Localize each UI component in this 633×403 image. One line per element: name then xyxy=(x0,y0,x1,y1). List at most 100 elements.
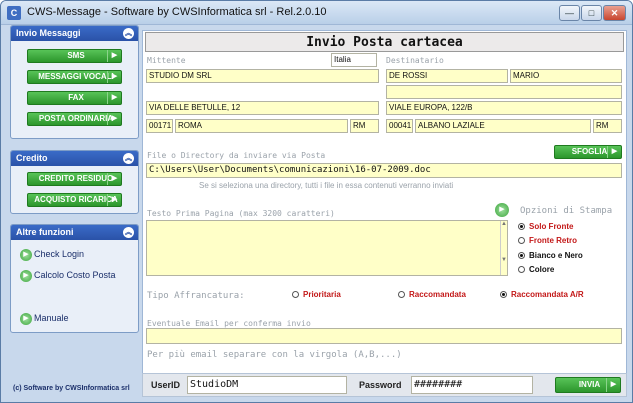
raccomandata-ar-label: Raccomandata A/R xyxy=(511,290,584,299)
file-label: File o Directory da inviare via Posta xyxy=(147,151,326,160)
calcolo-costo-posta-label: Calcolo Costo Posta xyxy=(34,270,116,280)
destinatario-cap-field[interactable]: 00041 xyxy=(386,119,413,133)
raccomandata-radio[interactable]: Raccomandata xyxy=(398,289,466,300)
credito-title: Credito xyxy=(16,153,48,163)
mittente-address-field[interactable]: VIA DELLE BETULLE, 12 xyxy=(146,101,379,115)
destinatario-surname-field[interactable]: DE ROSSI xyxy=(386,69,508,83)
arrow-icon: ▶ xyxy=(607,146,621,158)
textarea-scrollbar[interactable]: ▲ ▼ xyxy=(500,221,507,275)
invia-label: INVIA xyxy=(578,380,601,389)
close-button[interactable]: ✕ xyxy=(603,5,626,21)
arrow-icon: ▶ xyxy=(107,92,121,104)
email-note: Per più email separare con la virgola (A… xyxy=(147,350,402,360)
raccomandata-ar-radio[interactable]: Raccomandata A/R xyxy=(500,289,584,300)
calcolo-costo-posta-link[interactable]: ▶ Calcolo Costo Posta xyxy=(20,268,116,282)
opzioni-toggle-icon[interactable]: ▶ xyxy=(495,203,509,217)
solo-fronte-label: Solo Fronte xyxy=(529,222,574,231)
arrow-icon: ▶ xyxy=(107,113,121,125)
minimize-button[interactable]: — xyxy=(559,5,580,21)
file-path-field[interactable]: C:\Users\User\Documents\comunicazioni\16… xyxy=(146,163,622,178)
fronte-retro-label: Fronte Retro xyxy=(529,236,577,245)
prioritaria-radio[interactable]: Prioritaria xyxy=(292,289,341,300)
colore-label: Colore xyxy=(529,265,555,274)
messaggi-vocali-label: MESSAGGI VOCALI xyxy=(38,72,114,81)
fax-button-label: FAX xyxy=(68,93,84,102)
colore-radio[interactable]: Colore xyxy=(518,264,554,275)
collapse-chevron-icon[interactable]: ︽ xyxy=(123,227,134,238)
userid-label: UserID xyxy=(151,380,181,390)
window-title: CWS-Message - Software by CWSInformatica… xyxy=(27,6,327,18)
altre-funzioni-panel: Altre funzioni ︽ ▶ Check Login ▶ Calcolo Co… xyxy=(10,224,139,333)
userid-field[interactable]: StudioDM xyxy=(187,376,347,394)
fax-button[interactable]: FAX ▶ xyxy=(27,91,122,105)
collapse-chevron-icon[interactable]: ︽ xyxy=(123,153,134,164)
credito-residuo-label: CREDITO RESIDUO xyxy=(38,174,114,183)
radio-dot xyxy=(398,291,405,298)
destinatario-prov-field[interactable]: RM xyxy=(593,119,622,133)
check-login-link[interactable]: ▶ Check Login xyxy=(20,247,84,261)
credito-residuo-button[interactable]: CREDITO RESIDUO ▶ xyxy=(27,172,122,186)
radio-dot xyxy=(292,291,299,298)
check-login-label: Check Login xyxy=(34,249,85,259)
password-field[interactable]: ######## xyxy=(411,376,533,394)
altre-funzioni-title: Altre funzioni xyxy=(16,227,74,237)
arrow-circle-icon: ▶ xyxy=(20,312,32,325)
arrow-circle-icon: ▶ xyxy=(20,248,32,261)
arrow-icon: ▶ xyxy=(107,50,121,62)
mittente-label: Mittente xyxy=(147,56,186,65)
bianco-nero-label: Bianco e Nero xyxy=(529,251,583,260)
posta-ordinaria-button[interactable]: POSTA ORDINARIA ▶ xyxy=(27,112,122,126)
testo-label: Testo Prima Pagina (max 3200 caratteri) xyxy=(147,209,335,218)
raccomandata-label: Raccomandata xyxy=(409,290,466,299)
main-form: Invio Posta cartacea Mittente Italia Des… xyxy=(142,30,627,395)
credito-header[interactable]: Credito ︽ xyxy=(11,151,138,166)
arrow-icon: ▶ xyxy=(107,173,121,185)
altre-funzioni-header[interactable]: Altre funzioni ︽ xyxy=(11,225,138,240)
manuale-link[interactable]: ▶ Manuale xyxy=(20,311,69,325)
sms-button[interactable]: SMS ▶ xyxy=(27,49,122,63)
credits-text: (c) Software by CWSInformatica srl xyxy=(13,385,130,392)
radio-dot xyxy=(518,223,525,230)
arrow-icon: ▶ xyxy=(606,378,620,392)
acquisto-ricarica-button[interactable]: ACQUISTO RICARICA ▶ xyxy=(27,193,122,207)
email-label: Eventuale Email per conferma invio xyxy=(147,319,311,328)
invio-messaggi-header[interactable]: Invio Messaggi ︽ xyxy=(11,26,138,41)
bianco-nero-radio[interactable]: Bianco e Nero xyxy=(518,250,583,261)
app-icon: C xyxy=(7,6,21,20)
collapse-chevron-icon[interactable]: ︽ xyxy=(123,28,134,39)
login-bar: UserID StudioDM Password ######## INVIA ▶ xyxy=(142,373,627,397)
password-label: Password xyxy=(359,380,402,390)
prioritaria-label: Prioritaria xyxy=(303,290,341,299)
mittente-prov-field[interactable]: RM xyxy=(350,119,379,133)
opzioni-label: Opzioni di Stampa xyxy=(520,206,613,216)
credito-panel: Credito ︽ CREDITO RESIDUO ▶ ACQUISTO RICAR… xyxy=(10,150,139,214)
destinatario-name-field[interactable]: MARIO xyxy=(510,69,622,83)
mittente-name-field[interactable]: STUDIO DM SRL xyxy=(146,69,379,83)
invia-button[interactable]: INVIA ▶ xyxy=(555,377,621,393)
radio-dot xyxy=(500,291,507,298)
manuale-label: Manuale xyxy=(34,313,69,323)
sms-button-label: SMS xyxy=(67,51,85,60)
app-window: C CWS-Message - Software by CWSInformati… xyxy=(0,0,633,403)
invio-messaggi-panel: Invio Messaggi ︽ SMS ▶ MESSAGGI VOCALI ▶ FA… xyxy=(10,25,139,139)
mittente-city-field[interactable]: ROMA xyxy=(175,119,348,133)
messaggi-vocali-button[interactable]: MESSAGGI VOCALI ▶ xyxy=(27,70,122,84)
destinatario-label: Destinatario xyxy=(386,56,444,65)
destinatario-city-field[interactable]: ALBANO LAZIALE xyxy=(415,119,591,133)
mittente-country-select[interactable]: Italia xyxy=(331,53,377,67)
email-field[interactable] xyxy=(146,328,622,344)
page-title: Invio Posta cartacea xyxy=(145,32,624,52)
sfoglia-button[interactable]: SFOGLIA ▶ xyxy=(554,145,622,159)
fronte-retro-radio[interactable]: Fronte Retro xyxy=(518,235,577,246)
acquisto-ricarica-label: ACQUISTO RICARICA xyxy=(34,195,118,204)
destinatario-line2-field[interactable] xyxy=(386,85,622,99)
solo-fronte-radio[interactable]: Solo Fronte xyxy=(518,221,573,232)
mittente-cap-field[interactable]: 00171 xyxy=(146,119,173,133)
maximize-button[interactable]: □ xyxy=(581,5,602,21)
radio-dot xyxy=(518,266,525,273)
arrow-icon: ▶ xyxy=(107,194,121,206)
testo-prima-pagina-textarea[interactable] xyxy=(146,220,508,276)
destinatario-address-field[interactable]: VIALE EUROPA, 122/B xyxy=(386,101,622,115)
invio-messaggi-title: Invio Messaggi xyxy=(16,28,81,38)
radio-dot xyxy=(518,237,525,244)
